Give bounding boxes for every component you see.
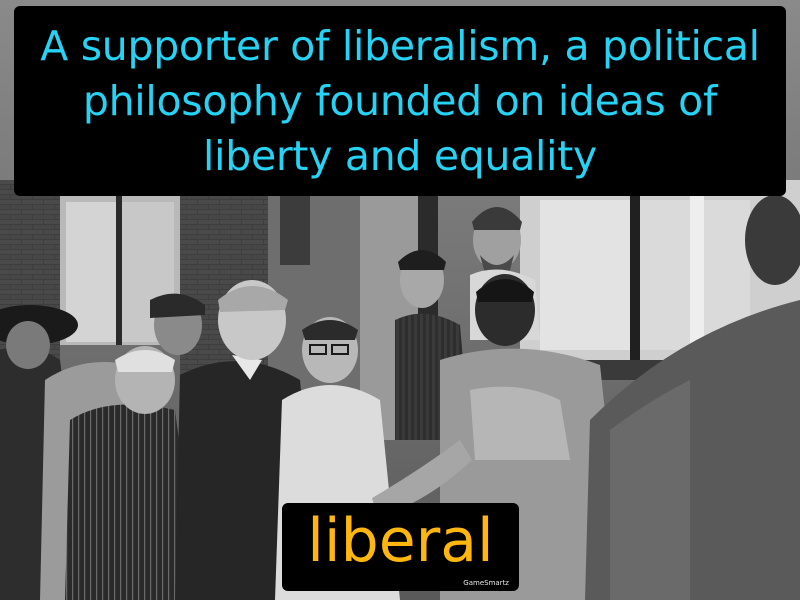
term-word: liberal bbox=[307, 506, 494, 576]
definition-text: A supporter of liberalism, a political p… bbox=[40, 21, 760, 180]
brand-label: GameSmartz bbox=[463, 579, 509, 587]
definition-panel: A supporter of liberalism, a political p… bbox=[14, 6, 786, 196]
term-panel: liberal GameSmartz bbox=[282, 503, 519, 591]
